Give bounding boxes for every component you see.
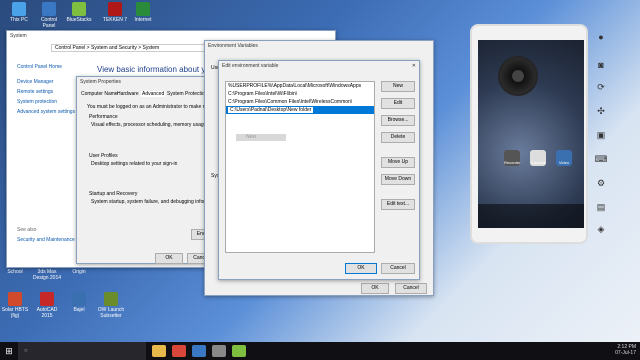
move-up-button[interactable]: Move Up <box>381 157 415 168</box>
desktop-icon-solar[interactable]: Solar HBTS (fig) <box>0 292 30 319</box>
clock[interactable]: 2:12 PM 07-Jul-17 <box>615 344 636 356</box>
desktop-icon-this-pc[interactable]: This PC <box>4 2 34 23</box>
tab-hardware[interactable]: Hardware <box>117 91 139 97</box>
security-maintenance-link[interactable]: Security and Maintenance <box>17 237 75 243</box>
internet-icon <box>136 2 150 16</box>
edit-ok-button[interactable]: OK <box>345 263 377 274</box>
tab-system-protection[interactable]: System Protection <box>167 91 208 97</box>
photos-icon[interactable] <box>192 345 206 357</box>
app-icon <box>72 292 86 306</box>
system-protection-link[interactable]: System protection <box>17 99 57 105</box>
new-button[interactable]: New <box>381 81 415 92</box>
env-titlebar: Environment Variables <box>208 43 258 49</box>
close-icon[interactable]: ✕ <box>412 63 416 69</box>
path-entry[interactable]: C:\Program Files\Common Files\Intel\Wire… <box>226 98 374 106</box>
path-entry[interactable]: %USERPROFILE%\AppData\Local\Microsoft\Wi… <box>226 82 374 90</box>
video-app[interactable]: Video <box>556 150 572 166</box>
startup-text: System startup, system failure, and debu… <box>91 199 220 205</box>
keyboard-icon[interactable]: ⌨ <box>592 152 610 166</box>
tekken-icon <box>108 2 122 16</box>
bluestacks-icon <box>72 2 86 16</box>
taskbar: ⊞ ○ 2:12 PM 07-Jul-17 <box>0 342 640 360</box>
bluestacks-taskbar-icon[interactable] <box>232 345 246 357</box>
path-list[interactable]: %USERPROFILE%\AppData\Local\Microsoft\Wi… <box>225 81 375 253</box>
startup-title: Startup and Recovery <box>89 191 138 197</box>
path-entry[interactable]: C:\Program Files\Intel\WiFi\bin\ <box>226 90 374 98</box>
edit-button[interactable]: Edit <box>381 98 415 109</box>
env-cancel-button[interactable]: Cancel <box>395 283 427 294</box>
performance-title: Performance <box>89 114 118 120</box>
desktop-icon-bluestacks[interactable]: BlueStacks <box>64 2 94 23</box>
music-disc-icon[interactable] <box>498 56 538 96</box>
chrome-icon[interactable] <box>172 345 186 357</box>
solar-icon <box>8 292 22 306</box>
desktop-icon-ow[interactable]: OW Launch Subsetter <box>96 292 126 319</box>
path-edit-input[interactable]: C:\Users\Padnal\Desktop\New folder <box>228 107 314 113</box>
profiles-title: User Profiles <box>89 153 118 159</box>
autocad-icon <box>40 292 54 306</box>
move-down-button[interactable]: Move Down <box>381 174 415 185</box>
camera-app[interactable]: Camera <box>530 150 546 166</box>
admin-note: You must be logged on as an Administrato… <box>87 104 214 110</box>
control-panel-icon <box>42 2 56 16</box>
desktop-icon-autocad[interactable]: AutoCAD 2015 <box>32 292 62 319</box>
edit-titlebar: Edit environment variable ✕ <box>222 63 416 69</box>
drag-ghost: New <box>236 134 286 141</box>
phone-dock <box>478 204 584 228</box>
volume-icon[interactable]: ◈ <box>592 222 610 236</box>
tab-advanced[interactable]: Advanced <box>141 91 166 97</box>
settings-icon[interactable]: ⚙ <box>592 176 610 190</box>
profiles-text: Desktop settings related to your sign-in <box>91 161 178 167</box>
camera-icon[interactable]: ◙ <box>592 58 610 72</box>
folder-icon[interactable]: ▤ <box>592 200 610 214</box>
performance-text: Visual effects, processor scheduling, me… <box>91 122 218 128</box>
env-ok-button[interactable]: OK <box>361 283 389 294</box>
computer-icon <box>12 2 26 16</box>
recorder-app[interactable]: Recorder <box>504 150 520 166</box>
control-panel-home-link[interactable]: Control Panel Home <box>17 64 62 70</box>
media-icon[interactable] <box>212 345 226 357</box>
browse-button[interactable]: Browse... <box>381 115 415 126</box>
game-icon <box>104 292 118 306</box>
desktop-icon-control-panel[interactable]: Control Panel <box>34 2 64 29</box>
see-also-label: See also <box>17 227 37 233</box>
taskbar-search[interactable]: ○ <box>18 342 146 360</box>
tab-computer-name[interactable]: Computer Name <box>81 91 118 97</box>
shake-icon[interactable]: ✣ <box>592 104 610 118</box>
device-manager-link[interactable]: Device Manager <box>17 79 53 85</box>
delete-button[interactable]: Delete <box>381 132 415 143</box>
edit-env-dialog: Edit environment variable ✕ %USERPROFILE%… <box>218 60 420 280</box>
sp-ok-button[interactable]: OK <box>155 253 183 264</box>
bluestacks-phone: Recorder Camera Video <box>470 24 588 244</box>
avatar-icon[interactable]: ● <box>592 30 610 44</box>
edit-text-button[interactable]: Edit text... <box>381 199 415 210</box>
phone-screen[interactable]: Recorder Camera Video <box>478 40 584 228</box>
advanced-settings-link[interactable]: Advanced system settings <box>17 109 75 115</box>
remote-settings-link[interactable]: Remote settings <box>17 89 53 95</box>
install-apk-icon[interactable]: ▣ <box>592 128 610 142</box>
desktop-icon-bajel[interactable]: Bajel <box>64 292 94 313</box>
desktop-icon-tekken[interactable]: TEKKEN 7 <box>100 2 130 23</box>
edit-cancel-button[interactable]: Cancel <box>381 263 415 274</box>
path-entry-selected[interactable]: C:\Users\Padnal\Desktop\New folder <box>226 106 374 114</box>
explorer-icon[interactable] <box>152 345 166 357</box>
search-icon: ○ <box>24 348 30 354</box>
desktop-icon-internet[interactable]: Internet <box>128 2 158 23</box>
rotate-icon[interactable]: ⟳ <box>592 80 610 94</box>
windows-start-icon[interactable]: ⊞ <box>0 342 18 360</box>
